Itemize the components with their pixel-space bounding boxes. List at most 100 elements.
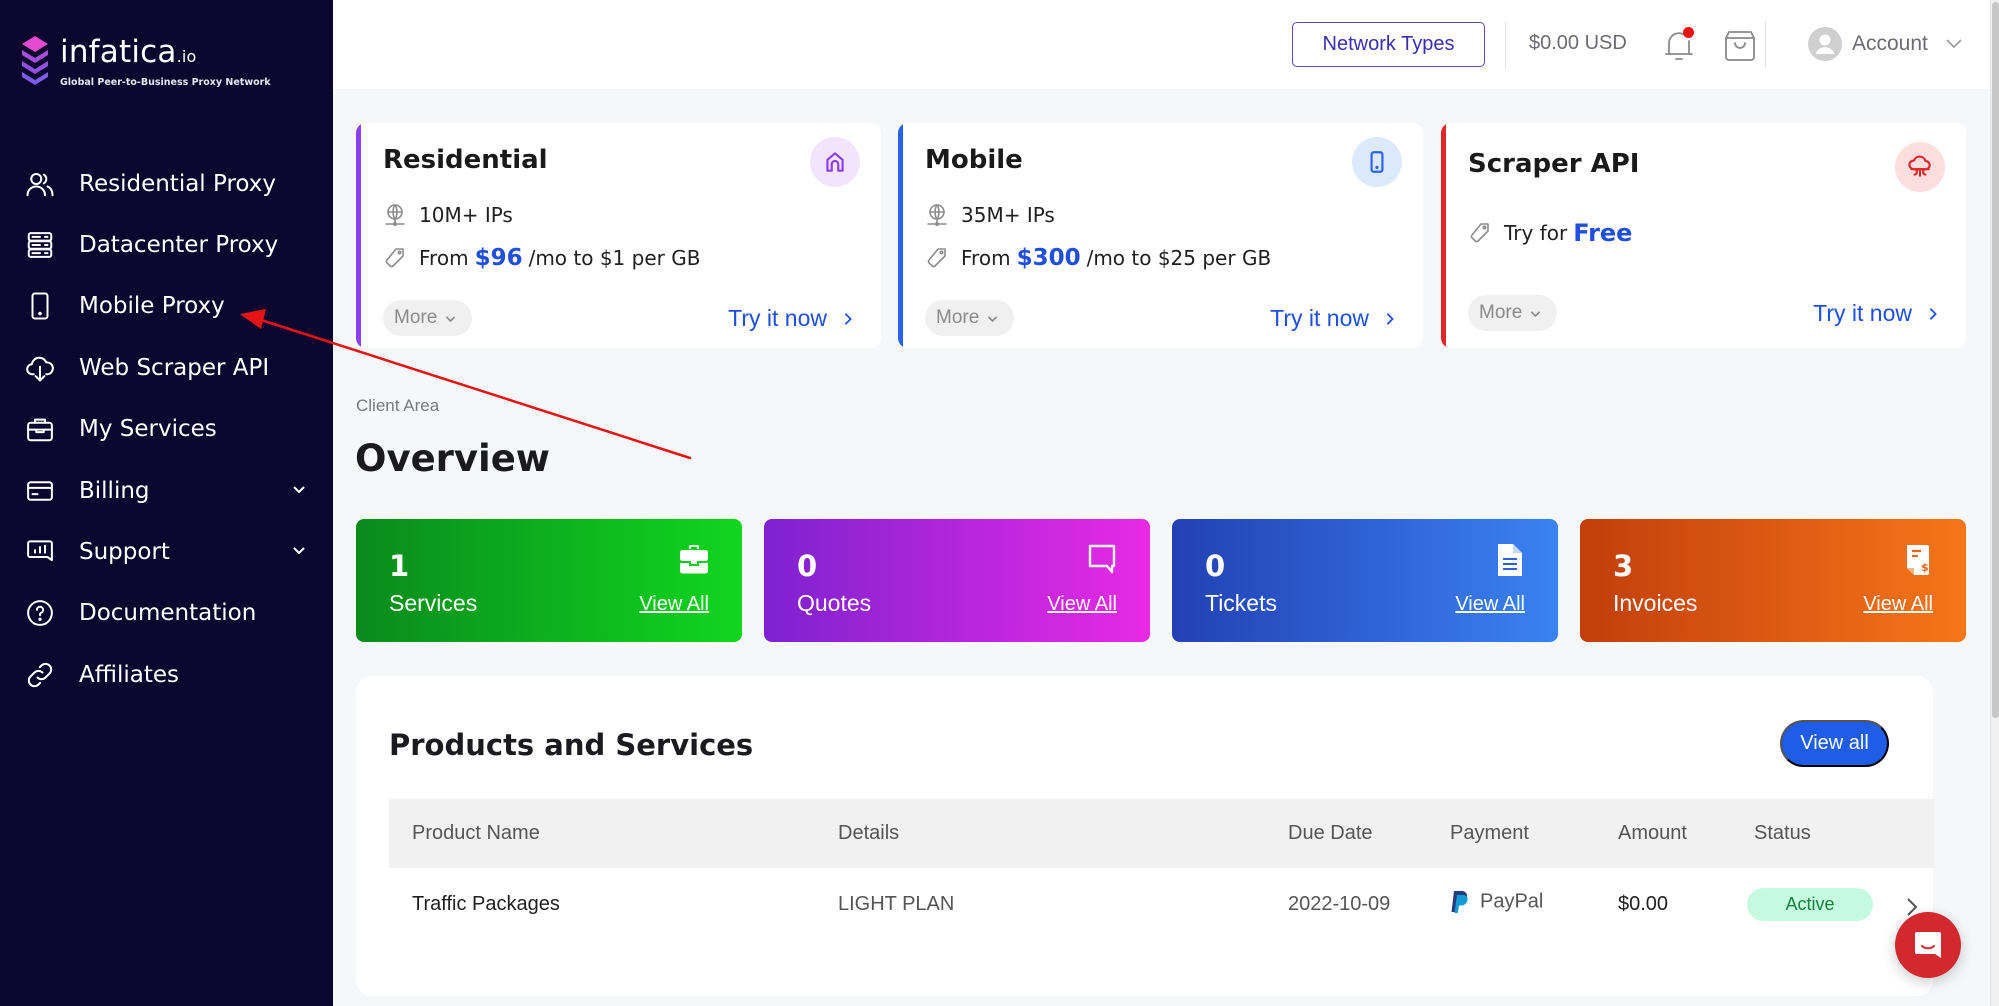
product-card-ips: 10M+ IPs [419,203,513,227]
cell-details: LIGHT PLAN [838,893,955,915]
sidebar-item-mobile-proxy[interactable]: Mobile Proxy [0,276,333,337]
cloud-spider-icon [1895,142,1945,192]
page-scrollbar[interactable] [1990,0,1999,1006]
invoice-icon: $ [1907,545,1929,575]
table-header: Product Name Details Due Date Payment Am… [389,799,1934,868]
sidebar-item-support[interactable]: Support [0,521,333,582]
try-it-now-link[interactable]: Try it now [1270,305,1397,332]
stat-tile-tickets: 0 Tickets View All [1172,519,1558,642]
product-card-title: Residential [383,145,548,175]
column-header-due-date[interactable]: Due Date [1288,822,1373,845]
briefcase-icon [680,545,708,574]
column-header-details[interactable]: Details [838,822,899,845]
price-tag-icon [385,248,404,268]
notification-dot [1683,27,1694,38]
chevron-down-icon [988,315,998,322]
sidebar-item-residential-proxy[interactable]: Residential Proxy [0,153,333,214]
try-it-now-link[interactable]: Try it now [728,305,855,332]
sidebar-item-datacenter-proxy[interactable]: Datacenter Proxy [0,214,333,275]
mobile-icon [1352,137,1402,187]
brand-logo[interactable]: infatica.io Global Peer-to-Business Prox… [20,34,271,90]
chart-message-icon [24,536,56,568]
view-all-invoices-link[interactable]: View All [1863,593,1933,616]
view-all-quotes-link[interactable]: View All [1047,593,1117,616]
sidebar-item-label: Affiliates [79,661,179,688]
column-header-payment[interactable]: Payment [1450,822,1529,845]
sidebar-item-label: Datacenter Proxy [79,232,279,259]
account-menu[interactable]: Account [1852,32,1928,56]
product-card-title: Mobile [925,145,1023,175]
users-icon [24,168,56,200]
sidebar-item-affiliates[interactable]: Affiliates [0,644,333,705]
network-types-button[interactable]: Network Types [1292,22,1485,67]
globe-network-icon [927,204,947,226]
column-header-status[interactable]: Status [1754,822,1811,845]
chat-icon [1915,932,1941,958]
chevron-right-icon [1929,307,1937,320]
table-row[interactable]: Traffic Packages LIGHT PLAN 2022-10-09 P… [389,868,1934,944]
product-card-ips: 35M+ IPs [961,203,1055,227]
sidebar-item-label: My Services [79,416,217,443]
chevron-right-icon [1386,312,1394,325]
sidebar-item-billing[interactable]: Billing [0,460,333,521]
chevron-down-icon[interactable] [291,481,307,501]
paypal-icon [1451,890,1468,913]
more-button[interactable]: More [1468,295,1558,331]
avatar-icon[interactable] [1808,27,1842,61]
stat-label: Tickets [1205,590,1277,616]
scrollbar-thumb[interactable] [1992,2,1999,718]
products-services-panel: Products and Services View all Product N… [356,676,1934,996]
logo-mark-icon [22,36,48,85]
chat-launcher-button[interactable] [1895,912,1961,978]
stat-count: 0 [1205,549,1226,583]
stat-tile-quotes: 0 Quotes View All [764,519,1150,642]
try-it-now-label: Try it now [728,305,827,331]
home-icon [810,137,860,187]
column-header-product-name[interactable]: Product Name [412,822,540,845]
breadcrumb[interactable]: Client Area [356,396,439,416]
view-all-services-link[interactable]: View All [639,593,709,616]
product-card-title: Scraper API [1468,149,1640,179]
chevron-down-icon[interactable] [1945,36,1963,50]
price-prefix: From [961,246,1011,270]
view-all-products-button[interactable]: View all [1780,720,1889,767]
cloud-download-icon [24,352,56,384]
try-it-now-label: Try it now [1813,300,1912,326]
sidebar-item-my-services[interactable]: My Services [0,399,333,460]
sidebar-nav: Residential Proxy Datacenter Proxy Mobil… [0,153,333,706]
column-header-amount[interactable]: Amount [1618,822,1687,845]
sidebar-item-label: Mobile Proxy [79,293,225,320]
server-icon [24,229,56,261]
cell-due-date: 2022-10-09 [1288,893,1391,915]
stat-tile-invoices: 3 Invoices View All $ [1580,519,1966,642]
cell-amount: $0.00 [1618,893,1669,915]
sidebar-item-label: Residential Proxy [79,170,277,197]
try-it-now-link[interactable]: Try it now [1813,300,1940,327]
more-button[interactable]: More [383,300,473,336]
sidebar-item-label: Support [79,539,170,566]
stat-label: Quotes [797,590,872,616]
price-highlight: $96 [474,245,523,271]
product-card-scraper-api: Scraper API Try for Free More Try it now [1441,123,1966,348]
chevron-right-icon [844,312,852,325]
status-badge: Active [1747,888,1873,921]
stat-count: 0 [797,549,818,583]
sidebar-item-documentation[interactable]: Documentation [0,583,333,644]
stat-tile-services: 1 Services View All [356,519,742,642]
sidebar-item-web-scraper-api[interactable]: Web Scraper API [0,337,333,398]
price-suffix: /mo to $25 per GB [1086,246,1272,270]
cell-payment: PayPal [1450,890,1543,914]
shopping-bag-icon[interactable] [1723,27,1757,63]
chevron-down-icon[interactable] [291,542,307,562]
mobile-icon [24,290,56,322]
panel-title: Products and Services [389,728,754,762]
stat-count: 3 [1613,549,1634,583]
header-divider [1505,22,1506,68]
chevron-down-icon [1531,310,1541,317]
more-button[interactable]: More [925,300,1015,336]
price-prefix: From [419,246,469,270]
payment-method: PayPal [1480,890,1544,913]
brand-suffix: .io [176,47,197,66]
view-all-tickets-link[interactable]: View All [1455,593,1525,616]
sidebar-item-label: Web Scraper API [79,354,270,381]
